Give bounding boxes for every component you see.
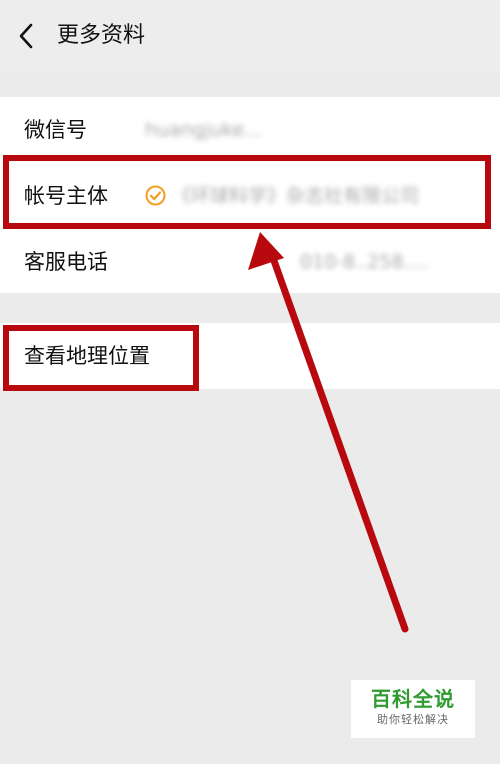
- account-entity-row[interactable]: 帐号主体 《环球科学》杂志社有限公司: [0, 163, 500, 229]
- page-title: 更多资料: [57, 23, 146, 48]
- wechat-id-value: huangjuke...: [145, 119, 263, 141]
- wechat-id-row[interactable]: 微信号 huangjuke...: [0, 97, 500, 163]
- account-entity-value: 《环球科学》杂志社有限公司: [172, 185, 420, 207]
- verified-check-icon: [145, 185, 166, 206]
- service-phone-row[interactable]: 客服电话 010-8..258....: [0, 229, 500, 295]
- wechat-id-label: 微信号: [24, 118, 87, 142]
- watermark-logo: 百科全说 助你轻松解决: [351, 680, 475, 738]
- watermark-title: 百科全说: [371, 687, 455, 711]
- nav-header: 更多资料: [0, 0, 500, 72]
- back-button[interactable]: [14, 18, 44, 54]
- chevron-left-icon: [19, 23, 33, 49]
- service-phone-value: 010-8..258....: [300, 251, 428, 273]
- info-card: 微信号 huangjuke... 帐号主体 《环球科学》杂志社有限公司 客服电话…: [0, 97, 500, 293]
- location-card: 查看地理位置: [0, 323, 500, 389]
- service-phone-label: 客服电话: [24, 250, 108, 274]
- view-location-label: 查看地理位置: [24, 344, 150, 368]
- account-entity-label: 帐号主体: [24, 184, 108, 208]
- view-location-row[interactable]: 查看地理位置: [0, 323, 500, 389]
- watermark-subtitle: 助你轻松解决: [377, 713, 449, 726]
